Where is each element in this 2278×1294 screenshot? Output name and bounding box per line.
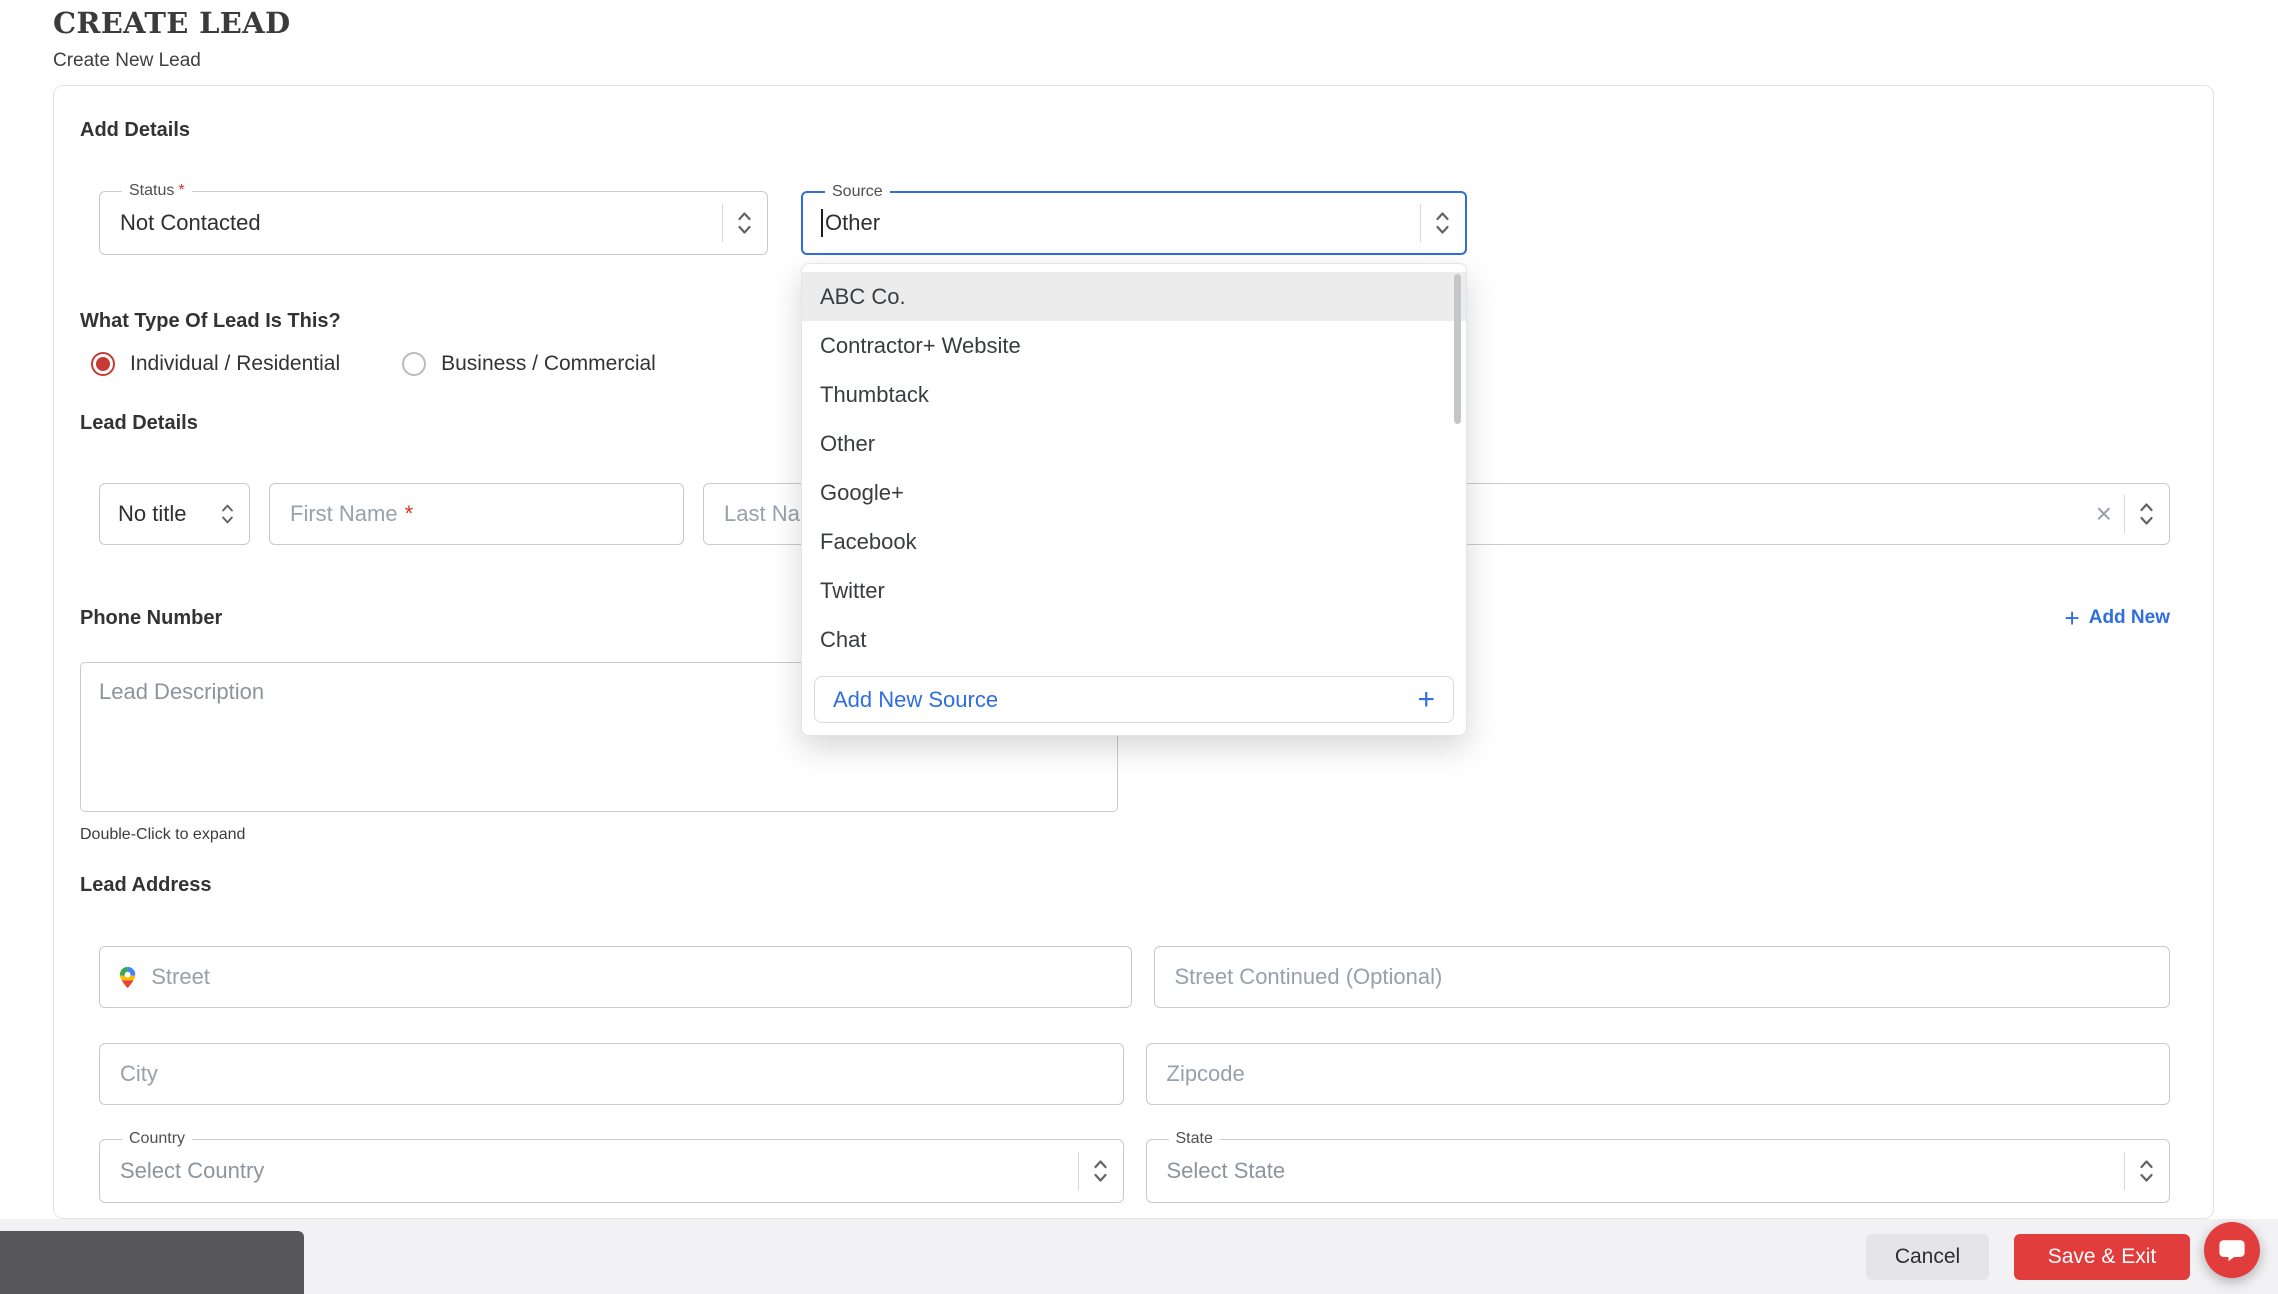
source-option[interactable]: Facebook bbox=[802, 517, 1466, 566]
lead-address-heading: Lead Address bbox=[80, 874, 212, 896]
zipcode-input[interactable] bbox=[1146, 1044, 2169, 1104]
clear-icon[interactable]: × bbox=[2096, 500, 2112, 528]
address-row-country-state: Country Select Country State Select Stat… bbox=[80, 1130, 2170, 1203]
address-row-street bbox=[80, 946, 2170, 1008]
first-name-placeholder: First Name bbox=[290, 501, 398, 526]
radio-selected-icon bbox=[91, 352, 115, 376]
source-option[interactable]: Contractor+ Website bbox=[802, 321, 1466, 370]
page-subtitle: Create New Lead bbox=[53, 50, 201, 71]
chevron-up-down-icon bbox=[1093, 1160, 1107, 1182]
radio-individual-residential[interactable]: Individual / Residential bbox=[91, 352, 340, 376]
state-stepper[interactable] bbox=[2124, 1140, 2169, 1202]
add-new-source-label: Add New Source bbox=[833, 686, 999, 712]
create-lead-card: Add Details Status * Not Contacted Source bbox=[53, 85, 2214, 1219]
status-select[interactable]: Status * Not Contacted bbox=[99, 182, 768, 255]
add-new-label: Add New bbox=[2088, 607, 2170, 628]
state-label: State bbox=[1168, 1130, 1220, 1148]
street-field[interactable] bbox=[99, 946, 1132, 1008]
stepper-divider bbox=[2124, 495, 2125, 533]
title-select[interactable]: No title bbox=[99, 483, 250, 545]
add-new-phone-button[interactable]: + Add New bbox=[2065, 605, 2170, 631]
plus-icon: + bbox=[1417, 682, 1435, 716]
country-select[interactable]: Country Select Country bbox=[99, 1130, 1124, 1203]
chevron-up-down-icon bbox=[2140, 1160, 2153, 1182]
stepper-divider bbox=[1077, 1152, 1079, 1190]
page-header: CREATE LEAD Create New Lead bbox=[0, 0, 2278, 72]
state-value: Select State bbox=[1166, 1158, 1286, 1183]
street-continued-field[interactable] bbox=[1153, 946, 2170, 1008]
dropdown-scrollbar[interactable] bbox=[1454, 274, 1461, 424]
footer-bar: Cancel Save & Exit bbox=[0, 1219, 2278, 1294]
country-stepper[interactable] bbox=[1077, 1140, 1123, 1202]
zipcode-field[interactable] bbox=[1145, 1043, 2170, 1105]
page-title: CREATE LEAD bbox=[53, 6, 291, 40]
expand-hint: Double-Click to expand bbox=[80, 826, 246, 843]
status-value: Not Contacted bbox=[120, 210, 261, 235]
radio-label: Individual / Residential bbox=[130, 352, 341, 375]
chevron-up-down-icon bbox=[738, 212, 751, 234]
stepper-divider bbox=[2124, 1152, 2125, 1190]
source-stepper[interactable] bbox=[1420, 193, 1465, 253]
city-input[interactable] bbox=[100, 1044, 1123, 1104]
google-maps-pin-icon bbox=[119, 966, 136, 988]
source-option[interactable]: Twitter bbox=[802, 566, 1466, 615]
save-exit-button[interactable]: Save & Exit bbox=[2014, 1233, 2190, 1280]
city-field[interactable] bbox=[99, 1043, 1124, 1105]
plus-icon: + bbox=[2064, 603, 2080, 633]
source-option[interactable]: Google+ bbox=[802, 468, 1466, 517]
stepper-divider bbox=[722, 204, 723, 242]
street-input[interactable] bbox=[149, 947, 1131, 1007]
country-label: Country bbox=[122, 1130, 193, 1148]
combo-stepper[interactable] bbox=[2124, 484, 2169, 544]
stepper-divider bbox=[1420, 204, 1421, 242]
title-stepper[interactable] bbox=[220, 484, 249, 544]
chat-bubble-icon bbox=[2219, 1240, 2245, 1262]
radio-label: Business / Commercial bbox=[441, 352, 656, 375]
source-option[interactable]: ABC Co. bbox=[802, 272, 1466, 321]
chevron-up-down-icon bbox=[1436, 212, 1449, 234]
state-select[interactable]: State Select State bbox=[1145, 1130, 2170, 1203]
add-new-source-button[interactable]: Add New Source + bbox=[814, 676, 1454, 723]
phone-heading: Phone Number bbox=[80, 607, 223, 629]
chevron-up-down-icon bbox=[222, 504, 233, 524]
source-option[interactable]: Chat bbox=[802, 615, 1466, 664]
source-select[interactable]: Source Other ABC Co. Contractor+ Website… bbox=[801, 183, 1467, 736]
chat-widget-button[interactable] bbox=[2204, 1222, 2260, 1278]
first-name-field[interactable]: First Name * bbox=[269, 483, 684, 545]
title-value: No title bbox=[118, 501, 187, 526]
radio-business-commercial[interactable]: Business / Commercial bbox=[402, 352, 656, 376]
country-value: Select Country bbox=[120, 1158, 265, 1183]
required-asterisk: * bbox=[404, 501, 414, 526]
radio-unselected-icon bbox=[402, 352, 427, 376]
status-stepper[interactable] bbox=[722, 192, 767, 254]
source-dropdown: ABC Co. Contractor+ Website Thumbtack Ot… bbox=[801, 263, 1467, 736]
address-row-city-zip bbox=[80, 1043, 2170, 1105]
cancel-button[interactable]: Cancel bbox=[1866, 1233, 1989, 1280]
source-option[interactable]: Other bbox=[802, 419, 1466, 468]
street-continued-input[interactable] bbox=[1154, 947, 2169, 1007]
source-value: Other bbox=[803, 209, 1420, 237]
source-option[interactable]: Thumbtack bbox=[802, 370, 1466, 419]
source-label: Source bbox=[825, 183, 890, 201]
chevron-up-down-icon bbox=[2140, 503, 2153, 525]
bottom-left-dark-panel bbox=[0, 1231, 304, 1294]
status-label: Status * bbox=[122, 182, 192, 200]
status-source-row: Status * Not Contacted Source Other ABC … bbox=[80, 182, 2170, 736]
text-caret bbox=[821, 209, 823, 237]
add-details-heading: Add Details bbox=[80, 119, 191, 141]
